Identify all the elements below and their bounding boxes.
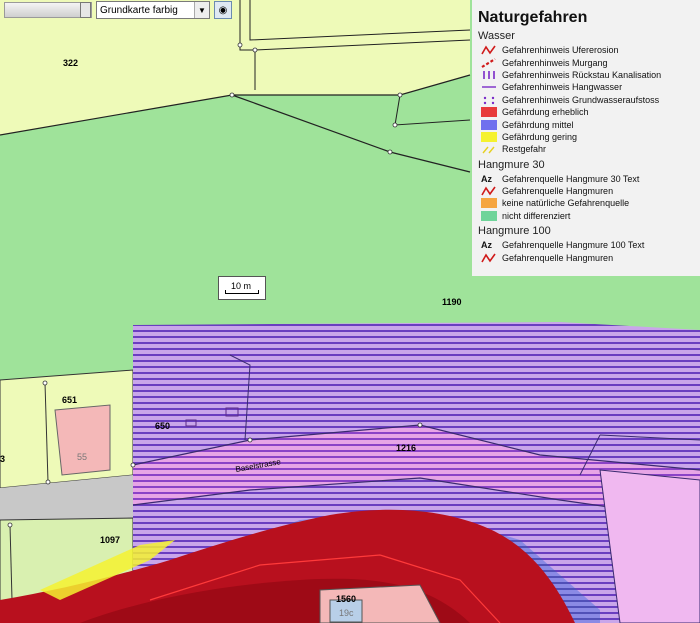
chevron-down-icon[interactable]: ▼ — [194, 2, 209, 18]
legend-item-label: keine natürliche Gefahrenquelle — [502, 198, 630, 209]
parcel-label-1216: 1216 — [396, 443, 416, 453]
fill-red-icon — [481, 107, 497, 118]
legend-panel: Naturgefahren Wasser Gefahrenhinweis Ufer… — [472, 0, 700, 276]
legend-item-label: Gefahrenhinweis Grundwasseraufstoss — [502, 94, 660, 105]
parcel-label-651: 651 — [62, 395, 77, 405]
opacity-slider[interactable] — [4, 2, 92, 18]
legend-item-label: Gefährdung gering — [502, 131, 578, 142]
legend-item-label: Gefahrenquelle Hangmure 100 Text — [502, 240, 645, 251]
legend-item-label: Gefahrenquelle Hangmure 30 Text — [502, 173, 640, 184]
map-toolbar: Grundkarte farbig ▼ ◉ — [0, 0, 232, 20]
legend-item: keine natürliche Gefahrenquelle — [472, 197, 700, 209]
parcel-label-1097: 1097 — [100, 535, 120, 545]
basemap-select[interactable]: Grundkarte farbig ▼ — [96, 1, 210, 19]
parcel-label-322: 322 — [63, 58, 78, 68]
legend-item: Gefährdung erheblich — [472, 106, 700, 118]
legend-item: Gefahrenquelle Hangmuren — [472, 251, 700, 263]
legend-item-label: Gefahrenquelle Hangmuren — [502, 186, 614, 197]
dashed-red-icon — [481, 57, 497, 68]
building-label-55: 55 — [77, 452, 87, 462]
legend-item: Restgefahr — [472, 143, 700, 155]
legend-item: Gefahrenhinweis Grundwasseraufstoss — [472, 94, 700, 106]
fill-orange-icon — [481, 198, 497, 209]
legend-item: Gefahrenhinweis Rückstau Kanalisation — [472, 69, 700, 81]
zigzag-red-icon — [481, 186, 497, 196]
legend-item: Az Gefahrenquelle Hangmure 100 Text — [472, 239, 700, 251]
legend-section-title: Hangmure 100 — [478, 225, 551, 238]
building-label-19c: 19c — [339, 608, 354, 618]
parcel-label-1560: 1560 — [336, 594, 356, 604]
legend-item: Gefahrenhinweis Ufererosion — [472, 44, 700, 56]
legend-item: nicht differenziert — [472, 210, 700, 222]
fill-green-icon — [481, 210, 497, 221]
legend-section-title: Wasser — [478, 30, 515, 42]
legend-item-label: nicht differenziert — [502, 210, 571, 221]
legend-item-label: Gefahrenhinweis Murgang — [502, 57, 608, 68]
line-purple-icon — [481, 82, 497, 92]
az-text-icon: Az — [481, 173, 492, 184]
hatch-yellow-icon — [481, 144, 497, 154]
legend-item: Gefährdung mittel — [472, 118, 700, 130]
legend-item-label: Gefahrenhinweis Rückstau Kanalisation — [502, 69, 662, 80]
legend-item: Gefährdung gering — [472, 131, 700, 143]
legend-item-label: Gefährdung mittel — [502, 119, 574, 130]
slider-thumb[interactable] — [80, 2, 91, 18]
map-layer-icon[interactable]: ◉ — [214, 1, 232, 19]
legend-item: Gefahrenquelle Hangmuren — [472, 185, 700, 197]
parcel-label-1190: 1190 — [442, 297, 462, 307]
legend-item-label: Gefahrenquelle Hangmuren — [502, 252, 614, 263]
legend-item: Gefahrenhinweis Hangwasser — [472, 81, 700, 93]
legend-item-label: Gefahrenhinweis Ufererosion — [502, 45, 619, 56]
building-55 — [54, 404, 111, 476]
bars-purple-icon — [481, 70, 497, 80]
dots-purple-icon — [481, 95, 497, 105]
legend-item-label: Gefahrenhinweis Hangwasser — [502, 82, 623, 93]
fill-blue-icon — [481, 119, 497, 130]
zigzag-red-icon — [481, 45, 497, 55]
legend-section-title: Hangmure 30 — [478, 158, 545, 171]
legend-title: Naturgefahren — [478, 9, 588, 26]
legend-item: Gefahrenhinweis Murgang — [472, 56, 700, 68]
fill-yellow-icon — [481, 131, 497, 142]
legend-item: Az Gefahrenquelle Hangmure 30 Text — [472, 173, 700, 185]
zigzag-red-icon — [481, 253, 497, 263]
legend-item-label: Restgefahr — [502, 144, 547, 155]
parcel-label-3: 3 — [0, 454, 5, 464]
scale-bar-line — [225, 290, 259, 294]
legend-item-label: Gefährdung erheblich — [502, 107, 589, 118]
parcel-label-650: 650 — [155, 421, 170, 431]
scale-bar: 10 m — [218, 276, 266, 300]
az-text-icon: Az — [481, 240, 492, 251]
basemap-select-value: Grundkarte farbig — [100, 4, 178, 16]
